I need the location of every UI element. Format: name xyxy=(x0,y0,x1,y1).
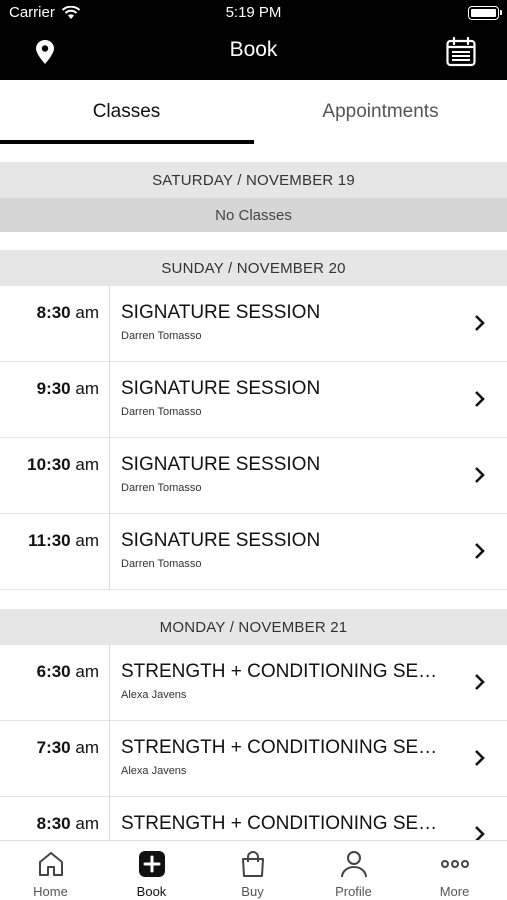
class-time: 8:30 am xyxy=(36,303,99,322)
class-time: 9:30 am xyxy=(36,379,99,398)
battery-icon xyxy=(468,6,502,20)
chevron-right-icon xyxy=(475,826,485,840)
class-row[interactable]: 9:30 am SIGNATURE SESSION Darren Tomasso xyxy=(0,362,507,438)
day-header-monday: MONDAY / NOVEMBER 21 xyxy=(0,609,507,645)
class-row[interactable]: 8:30 am STRENGTH + CONDITIONING SE… xyxy=(0,797,507,840)
tab-classes[interactable]: Classes xyxy=(0,80,253,144)
chevron-right-icon xyxy=(475,750,485,766)
home-icon xyxy=(39,852,63,876)
class-row[interactable]: 7:30 am STRENGTH + CONDITIONING SE… Alex… xyxy=(0,721,507,797)
tabbar-label: Book xyxy=(136,884,167,899)
class-name: SIGNATURE SESSION xyxy=(121,454,321,475)
class-time: 6:30 am xyxy=(36,662,99,681)
class-instructor: Alexa Javens xyxy=(121,765,187,777)
class-name: STRENGTH + CONDITIONING SE… xyxy=(121,813,438,834)
tabbar-item-buy[interactable]: Buy xyxy=(202,841,303,900)
class-name: SIGNATURE SESSION xyxy=(121,302,321,323)
chevron-right-icon xyxy=(475,467,485,483)
calendar-icon[interactable] xyxy=(445,36,477,68)
class-schedule-list[interactable]: SATURDAY / NOVEMBER 19 No Classes SUNDAY… xyxy=(0,144,507,840)
class-row[interactable]: 10:30 am SIGNATURE SESSION Darren Tomass… xyxy=(0,438,507,514)
class-time: 8:30 am xyxy=(36,814,99,833)
app-header: Carrier 5:19 PM Book xyxy=(0,0,507,80)
class-row[interactable]: 6:30 am STRENGTH + CONDITIONING SE… Alex… xyxy=(0,645,507,721)
tabbar-label: Profile xyxy=(335,884,372,899)
tabbar-label: Buy xyxy=(241,884,264,899)
tabbar-item-book[interactable]: Book xyxy=(101,841,202,900)
chevron-right-icon xyxy=(475,391,485,407)
class-name: STRENGTH + CONDITIONING SE… xyxy=(121,737,438,758)
tabbar-item-home[interactable]: Home xyxy=(0,841,101,900)
class-instructor: Alexa Javens xyxy=(121,689,187,701)
status-bar: Carrier 5:19 PM xyxy=(0,0,507,26)
chevron-right-icon xyxy=(475,315,485,331)
class-time: 11:30 am xyxy=(28,531,99,550)
status-time: 5:19 PM xyxy=(225,4,282,21)
day-header-saturday: SATURDAY / NOVEMBER 19 xyxy=(0,162,507,198)
plus-square-icon xyxy=(139,851,165,877)
tabbar-item-profile[interactable]: Profile xyxy=(303,841,404,900)
tabbar-item-more[interactable]: More xyxy=(404,841,505,900)
class-name: SIGNATURE SESSION xyxy=(121,378,321,399)
class-row[interactable]: 8:30 am SIGNATURE SESSION Darren Tomasso xyxy=(0,286,507,362)
page-title: Book xyxy=(229,38,278,61)
person-icon xyxy=(341,851,367,878)
class-time: 10:30 am xyxy=(27,455,99,474)
class-name: SIGNATURE SESSION xyxy=(121,530,321,551)
tabbar-label: Home xyxy=(33,884,68,899)
class-instructor: Darren Tomasso xyxy=(121,330,202,342)
class-time: 7:30 am xyxy=(36,738,99,757)
tabbar-label: More xyxy=(439,884,470,899)
tab-appointments[interactable]: Appointments xyxy=(254,80,507,144)
day-header-sunday: SUNDAY / NOVEMBER 20 xyxy=(0,250,507,286)
no-classes-label: No Classes xyxy=(0,198,507,232)
more-dots-icon xyxy=(441,860,469,868)
segment-tabs: Classes Appointments xyxy=(0,80,507,144)
class-instructor: Darren Tomasso xyxy=(121,558,202,570)
class-instructor: Darren Tomasso xyxy=(121,406,202,418)
class-row[interactable]: 11:30 am SIGNATURE SESSION Darren Tomass… xyxy=(0,514,507,590)
chevron-right-icon xyxy=(475,674,485,690)
class-instructor: Darren Tomasso xyxy=(121,482,202,494)
chevron-right-icon xyxy=(475,543,485,559)
class-name: STRENGTH + CONDITIONING SE… xyxy=(121,661,438,682)
shopping-bag-icon xyxy=(242,851,264,877)
bottom-tab-bar: Home Book Buy Profile More xyxy=(0,840,507,900)
